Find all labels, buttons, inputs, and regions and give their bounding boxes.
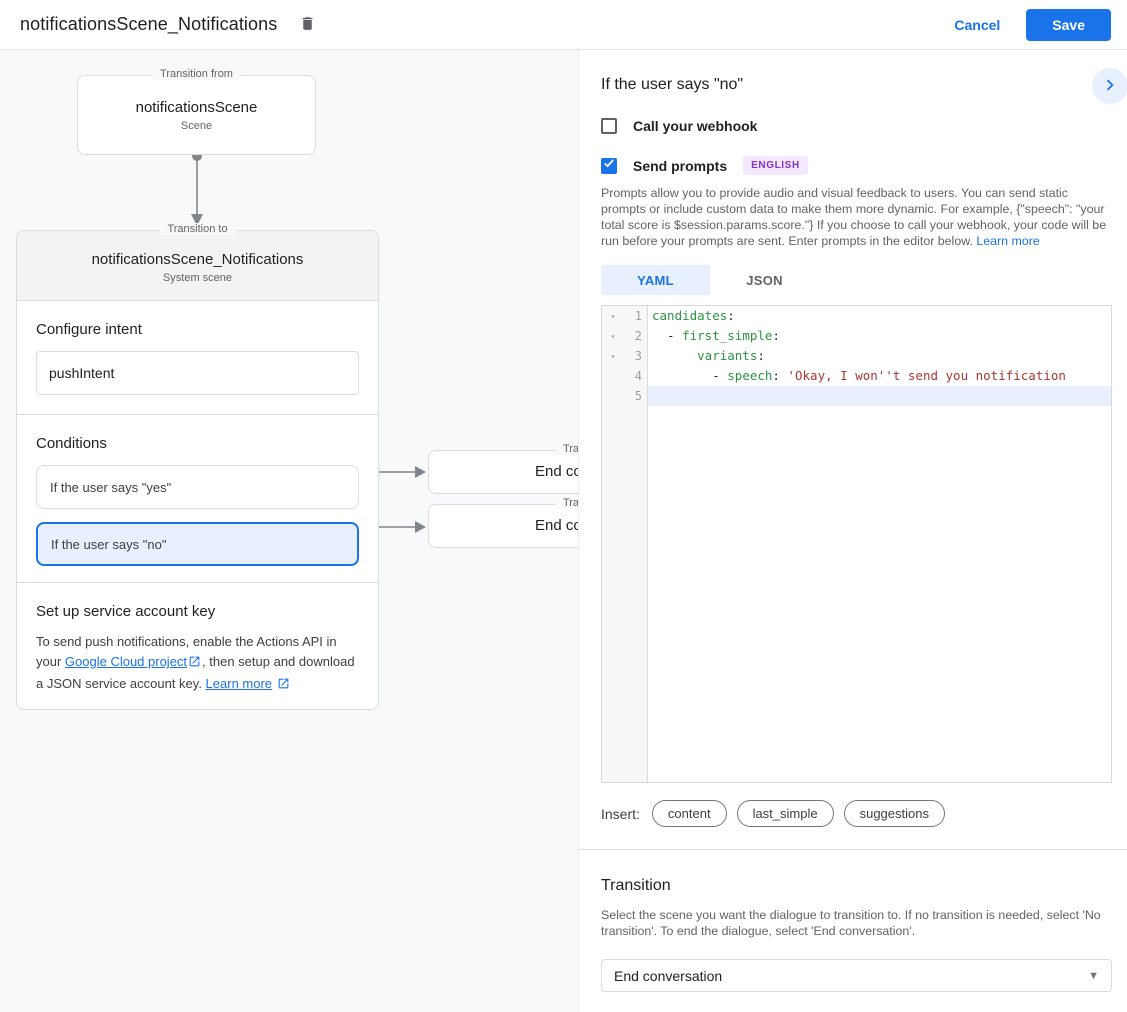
tab-yaml[interactable]: YAML [601,265,710,295]
editor-gutter: ▾1▾2▾345 [602,306,648,782]
insert-chip-suggestions[interactable]: suggestions [844,800,945,827]
line-number: 4 [624,369,647,383]
gutter-row: ▾1 [602,306,647,326]
condition-editor-panel: If the user says "no" Call your webhook … [578,50,1127,1012]
condition-item-yes[interactable]: If the user says "yes" [36,465,359,509]
fold-toggle-icon[interactable]: ▾ [602,352,624,361]
code-line[interactable]: - first_simple: [648,326,1111,346]
from-scene-type: Scene [78,120,315,132]
language-badge: ENGLISH [743,156,808,175]
conditions-section: Conditions If the user says "yes" If the… [17,415,378,566]
line-number: 5 [624,389,647,403]
code-token: : [757,348,765,363]
prompts-description: Prompts allow you to provide audio and v… [601,185,1112,249]
tab-json[interactable]: JSON [710,265,819,295]
from-scene-name: notificationsScene [78,99,315,116]
call-webhook-checkbox[interactable] [601,118,617,134]
call-webhook-label: Call your webhook [633,118,757,134]
code-token: first_simple [682,328,772,343]
send-prompts-checkbox[interactable] [601,158,617,174]
dropdown-caret-icon: ▼ [1088,970,1099,982]
code-token: - [652,368,727,383]
webhook-row: Call your webhook [601,118,1112,134]
scene-card: Transition to notificationsScene_Notific… [16,230,379,710]
code-token: speech [727,368,772,383]
condition-item-no[interactable]: If the user says "no" [36,522,359,566]
scene-flow-canvas: Transition from notificationsScene Scene… [0,50,578,1012]
prompt-code-editor[interactable]: ▾1▾2▾345 candidates: - first_simple: var… [601,305,1112,783]
panel-divider [579,849,1127,850]
intent-item[interactable]: pushIntent [36,351,359,395]
gutter-row: ▾2 [602,326,647,346]
scene-name: notificationsScene_Notifications [17,231,378,268]
editor-code-area[interactable]: candidates: - first_simple: variants: - … [648,306,1111,406]
configure-intent-section: Configure intent pushIntent [17,301,378,395]
code-line[interactable]: variants: [648,346,1111,366]
delete-scene-button[interactable] [293,11,321,39]
service-account-title: Set up service account key [36,603,359,620]
learn-more-link[interactable]: Learn more [206,676,272,691]
gutter-row: 5 [602,386,647,406]
service-account-section: Set up service account key To send push … [17,583,378,696]
gutter-row: ▾3 [602,346,647,366]
scene-type: System scene [17,272,378,284]
conditions-label: Conditions [36,435,359,452]
collapse-panel-button[interactable] [1092,68,1127,104]
prompts-learn-more-link[interactable]: Learn more [976,234,1039,248]
top-bar: notificationsScene_Notifications Cancel … [0,0,1127,50]
chevron-right-icon [1099,74,1121,99]
send-prompts-row: Send prompts ENGLISH [601,156,1112,175]
page-title: notificationsScene_Notifications [20,14,277,35]
end-conversation-node-no[interactable]: Transition to End conversation [428,504,578,548]
transition-select[interactable]: End conversation ▼ [601,959,1112,992]
fold-toggle-icon[interactable]: ▾ [602,312,624,321]
code-token [652,348,697,363]
code-token: candidates [652,308,727,323]
end-conversation-node-yes[interactable]: Transition to End conversation [428,450,578,494]
transition-to-legend: Transition to [555,443,578,455]
code-token: : [772,368,787,383]
gutter-row: 4 [602,366,647,386]
transition-to-legend: Transition to [159,223,235,235]
transition-select-value: End conversation [614,968,1088,984]
trash-icon [299,15,316,35]
code-line[interactable]: candidates: [648,306,1111,326]
code-line[interactable] [648,386,1111,406]
insert-row: Insert: content last_simple suggestions [601,800,1112,827]
panel-title: If the user says "no" [601,76,743,93]
end-conversation-label: End conversation [429,517,578,534]
code-line[interactable]: - speech: 'Okay, I won''t send you notif… [648,366,1111,386]
line-number: 2 [624,329,647,343]
line-number: 3 [624,349,647,363]
service-account-text: To send push notifications, enable the A… [36,632,359,696]
scene-card-header: Transition to notificationsScene_Notific… [17,231,378,301]
transition-to-legend: Transition to [555,497,578,509]
transition-description: Select the scene you want the dialogue t… [601,907,1112,939]
google-cloud-project-link[interactable]: Google Cloud project [65,654,187,669]
send-prompts-label: Send prompts [633,158,727,174]
insert-chip-last-simple[interactable]: last_simple [737,800,834,827]
fold-toggle-icon[interactable]: ▾ [602,332,624,341]
code-token: - [652,328,682,343]
insert-chip-content[interactable]: content [652,800,727,827]
transition-from-node[interactable]: Transition from notificationsScene Scene [77,75,316,155]
panel-title-row: If the user says "no" [601,50,1112,94]
configure-intent-label: Configure intent [36,321,359,338]
insert-label: Insert: [601,806,640,822]
external-link-icon [188,654,201,674]
code-token: 'Okay, I won''t send you notification [787,368,1065,383]
save-button[interactable]: Save [1026,9,1111,41]
code-token: : [772,328,780,343]
cancel-button[interactable]: Cancel [954,17,1000,33]
end-conversation-label: End conversation [429,463,578,480]
transition-title: Transition [601,877,1112,895]
code-token: : [727,308,735,323]
line-number: 1 [624,309,647,323]
editor-format-tabs: YAML JSON [601,265,1112,295]
transition-from-legend: Transition from [152,68,241,80]
code-token: variants [697,348,757,363]
external-link-icon [277,676,290,696]
checkmark-icon [602,156,616,175]
